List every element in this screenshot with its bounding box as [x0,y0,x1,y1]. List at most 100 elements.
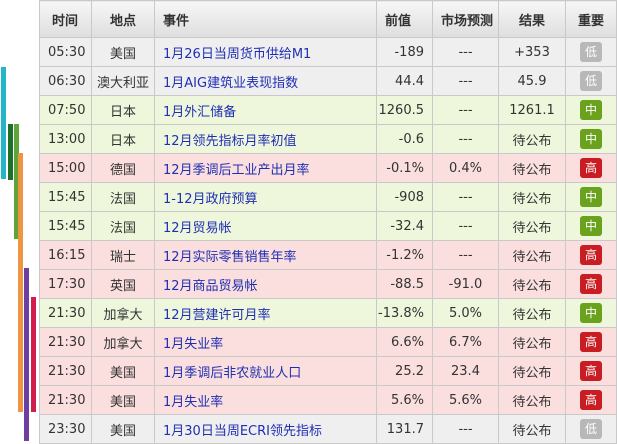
event-link[interactable]: 1-12月政府预算 [163,192,258,207]
cell-prev: -32.4 [376,211,433,241]
event-link[interactable]: 12月领先指标月率初值 [163,134,297,149]
cell-prev: 1260.5 [376,95,433,125]
timeline-bar-teal [1,67,6,179]
header-location[interactable]: 地点 [91,0,155,38]
table-row: 23:30 美国 1月30日当周ECRI领先指标 131.7 --- 待公布低 [39,414,617,444]
cell-result: 待公布 [498,211,566,241]
event-link[interactable]: 1月失业率 [163,337,223,352]
table-row: 21:30 加拿大 12月营建许可月率 -13.8% 5.0% 待公布中 [39,298,617,328]
event-link[interactable]: 1月失业率 [163,395,223,410]
cell-location: 英国 [91,269,155,299]
cell-location: 美国 [91,414,155,444]
header-forecast[interactable]: 市场预测 [432,0,499,38]
importance-badge: 中 [580,216,602,236]
cell-forecast: --- [432,211,499,241]
cell-location: 瑞士 [91,240,155,270]
importance-badge: 高 [580,245,602,265]
cell-event: 12月实际零售销售年率 [154,240,377,270]
importance-badge: 高 [580,158,602,178]
cell-forecast: 5.6% [432,385,499,415]
table-row: 21:30 加拿大 1月失业率 6.6% 6.7% 待公布高 [39,327,617,357]
event-link[interactable]: 1月30日当周ECRI领先指标 [163,424,322,439]
timeline-bar-orange [18,153,23,412]
header-importance[interactable]: 重要 [565,0,617,38]
timeline-bar-purple [24,268,29,441]
importance-badge: 中 [580,100,602,120]
table-row: 13:00 日本 12月领先指标月率初值 -0.6 --- 待公布中 [39,124,617,154]
cell-location: 澳大利亚 [91,66,155,96]
event-link[interactable]: 12月营建许可月率 [163,308,271,323]
cell-event: 12月贸易帐 [154,211,377,241]
cell-result: 待公布 [498,385,566,415]
cell-result: 1261.1 [498,95,566,125]
cell-event: 12月营建许可月率 [154,298,377,328]
cell-importance: 高 [565,385,617,415]
cell-location: 美国 [91,356,155,386]
cell-event: 1月30日当周ECRI领先指标 [154,414,377,444]
cell-prev: 131.7 [376,414,433,444]
table-row: 15:00 德国 12月季调后工业产出月率 -0.1% 0.4% 待公布高 [39,153,617,183]
cell-forecast: --- [432,124,499,154]
cell-result: 待公布 [498,414,566,444]
event-link[interactable]: 12月贸易帐 [163,221,232,236]
header-prev[interactable]: 前值 [376,0,433,38]
table-row: 15:45 法国 12月贸易帐 -32.4 --- 待公布中 [39,211,617,241]
cell-prev: 25.2 [376,356,433,386]
cell-time: 23:30 [39,414,92,444]
cell-result: 待公布 [498,327,566,357]
importance-badge: 低 [580,42,602,62]
cell-result: 待公布 [498,298,566,328]
cell-importance: 中 [565,298,617,328]
cell-location: 加拿大 [91,298,155,328]
cell-time: 21:30 [39,356,92,386]
cell-event: 1-12月政府预算 [154,182,377,212]
cell-importance: 中 [565,182,617,212]
event-link[interactable]: 1月AIG建筑业表现指数 [163,76,298,91]
table-row: 21:30 美国 1月季调后非农就业人口 25.2 23.4 待公布高 [39,356,617,386]
cell-location: 美国 [91,37,155,67]
event-link[interactable]: 12月实际零售销售年率 [163,250,297,265]
table-row: 06:30 澳大利亚 1月AIG建筑业表现指数 44.4 --- 45.9 低 [39,66,617,96]
timeline-bar-crimson [31,297,36,412]
cell-forecast: --- [432,95,499,125]
timeline-bar-green [8,124,13,180]
importance-badge: 低 [580,419,602,439]
cell-event: 1月26日当周货币供给M1 [154,37,377,67]
cell-importance: 中 [565,211,617,241]
header-time[interactable]: 时间 [39,0,92,38]
cell-forecast: --- [432,414,499,444]
table-row: 05:30 美国 1月26日当周货币供给M1 -189 --- +353 低 [39,37,617,67]
cell-location: 美国 [91,385,155,415]
cell-importance: 高 [565,327,617,357]
event-link[interactable]: 12月季调后工业产出月率 [163,163,310,178]
cell-importance: 中 [565,95,617,125]
event-link[interactable]: 1月季调后非农就业人口 [163,366,301,381]
importance-badge: 低 [580,71,602,91]
cell-location: 法国 [91,211,155,241]
cell-importance: 高 [565,153,617,183]
cell-time: 15:45 [39,182,92,212]
cell-event: 12月季调后工业产出月率 [154,153,377,183]
cell-result: 待公布 [498,269,566,299]
cell-event: 1月AIG建筑业表现指数 [154,66,377,96]
table-row: 15:45 法国 1-12月政府预算 -908 --- 待公布中 [39,182,617,212]
cell-prev: -908 [376,182,433,212]
cell-prev: -1.2% [376,240,433,270]
cell-time: 21:30 [39,298,92,328]
header-result[interactable]: 结果 [498,0,566,38]
importance-badge: 高 [580,390,602,410]
table-header: 时间 地点 事件 前值 市场预测 结果 重要 [39,0,617,38]
event-link[interactable]: 1月外汇储备 [163,105,236,120]
cell-location: 日本 [91,124,155,154]
cell-result: 待公布 [498,240,566,270]
event-link[interactable]: 12月商品贸易帐 [163,279,258,294]
event-link[interactable]: 1月26日当周货币供给M1 [163,47,311,62]
cell-time: 07:50 [39,95,92,125]
cell-result: +353 [498,37,566,67]
cell-result: 待公布 [498,153,566,183]
cell-forecast: 0.4% [432,153,499,183]
header-event[interactable]: 事件 [154,0,377,38]
table-row: 21:30 美国 1月失业率 5.6% 5.6% 待公布高 [39,385,617,415]
importance-badge: 高 [580,361,602,381]
cell-importance: 高 [565,269,617,299]
